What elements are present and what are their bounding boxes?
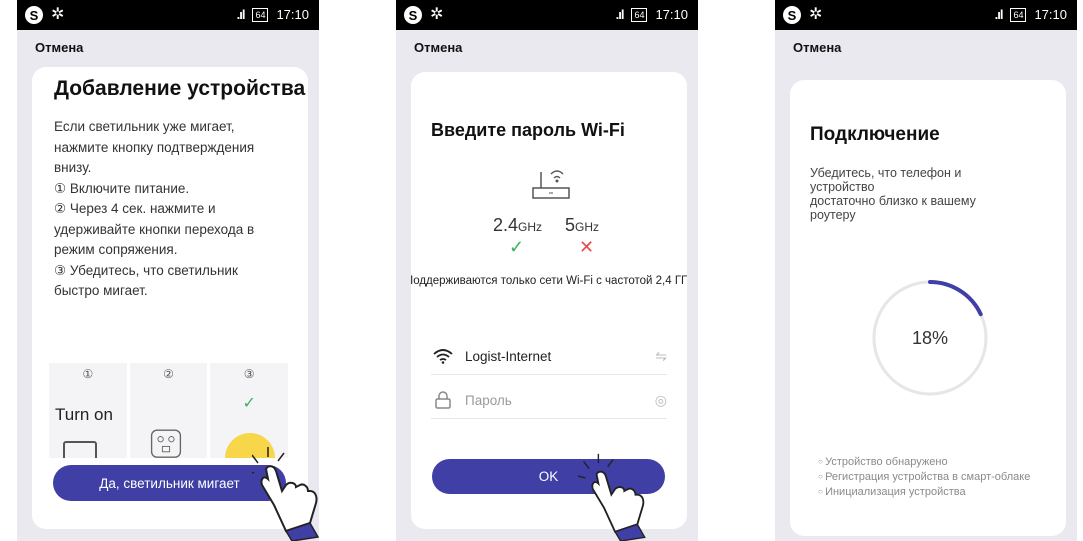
turn-on-label: Turn on [55,405,113,424]
step-2-illustration: ② [129,363,208,458]
connection-steps: Устройство обнаружено Регистрация устрой… [818,455,1030,500]
description-line: устройство [810,180,875,194]
wifi-name: Logist-Internet [465,348,552,364]
wifi-icon [431,348,455,364]
support-note: Поддерживаются только сети Wi-Fi с часто… [411,275,687,287]
instruction-line: нажмите кнопку подтверждения [54,139,255,155]
switch-network-icon[interactable]: ⇋ [655,348,667,365]
cross-icon: ✕ [579,237,595,257]
check-icon: ✓ [242,395,256,412]
phone-screen-wifi-password: S ✲ .ıl 64 17:10 Отмена Введите пароль W… [396,0,698,541]
band-unit: GHz [575,220,600,234]
battery-icon: 64 [1010,7,1027,22]
description: Убедитесь, что телефон и устройство дост… [810,166,1030,222]
band-value: 2.4 [493,215,519,235]
band-2-4ghz: 2.4GHz [493,215,542,236]
status-bar: S ✲ .ıl 64 17:10 [775,0,1077,30]
instruction-line: режим сопряжения. [54,242,178,257]
cancel-button[interactable]: Отмена [793,40,841,55]
clock: 17:10 [1034,7,1067,22]
instruction-line: Если светильник уже мигает, [54,119,235,134]
status-bar: S ✲ .ıl 64 17:10 [396,0,698,30]
clock: 17:10 [655,7,688,22]
phone-screen-connecting: S ✲ .ıl 64 17:10 Отмена Подключение Убед… [775,0,1077,541]
connecting-card: Подключение Убедитесь, что телефон и уст… [790,80,1066,536]
description-line: роутеру [810,208,856,222]
instruction-line: быстро мигает. [54,283,148,298]
signal-icon: .ıl [236,7,246,22]
router-icon [532,170,570,199]
instructions: Если светильник уже мигает, нажмите кноп… [54,117,290,302]
battery-icon: 64 [252,7,269,22]
step-item: Регистрация устройства в смарт-облаке [818,470,1030,485]
description-line: Убедитесь, что телефон и [810,166,962,180]
instruction-line: удерживайте кнопки перехода в [54,221,255,237]
lock-icon [431,391,455,409]
step-number: ③ [243,367,255,381]
tap-hand-icon [577,453,646,541]
page-title: Добавление устройства [54,77,306,100]
band-unit: GHz [518,220,543,234]
page-title: Введите пароль Wi-Fi [431,120,625,140]
progress-label: 18% [911,327,949,348]
settings-icon: ✲ [430,6,444,23]
settings-icon: ✲ [809,6,823,23]
phone-screen-add-device: S ✲ .ıl 64 17:10 Отмена Добавление устро… [17,0,319,541]
instruction-line: ① Включите питание. [54,180,190,196]
eye-icon[interactable]: ◎ [655,392,667,409]
step-number: ① [82,367,94,381]
description-line: достаточно близко к вашему [810,194,976,208]
signal-icon: .ıl [994,7,1004,22]
step-item: Инициализация устройства [818,485,1030,500]
step-number: ② [163,367,174,381]
clock: 17:10 [276,7,309,22]
battery-icon: 64 [631,7,648,22]
instruction-line: ② Через 4 сек. нажмите и [54,201,216,216]
step-item: Устройство обнаружено [818,455,1030,470]
status-bar: S ✲ .ıl 64 17:10 [17,0,319,30]
power-socket-icon [63,441,97,458]
step-illustrations: ① Turn on ② ③ ✓ [49,363,289,458]
tap-hand-icon [252,447,319,541]
band-5ghz: 5GHz [565,215,599,236]
instruction-line: ③ Убедитесь, что светильник [54,262,238,278]
s-app-icon: S [25,6,43,24]
band-value: 5 [565,215,576,235]
step-3-illustration: ③ ✓ [210,363,289,458]
cancel-button[interactable]: Отмена [35,40,83,55]
instruction-line: внизу. [54,160,92,175]
signal-icon: .ıl [615,7,625,22]
step-1-illustration: ① Turn on [49,363,127,458]
password-placeholder: Пароль [465,392,512,408]
s-app-icon: S [783,6,801,24]
page-title: Подключение [810,124,940,145]
settings-icon: ✲ [51,6,65,23]
remote-control-icon [150,429,181,458]
cancel-button[interactable]: Отмена [414,40,462,55]
check-icon: ✓ [509,237,525,257]
password-field[interactable]: Пароль ◎ [431,382,667,419]
s-app-icon: S [404,6,422,24]
wifi-network-selector[interactable]: Logist-Internet ⇋ [431,338,667,375]
